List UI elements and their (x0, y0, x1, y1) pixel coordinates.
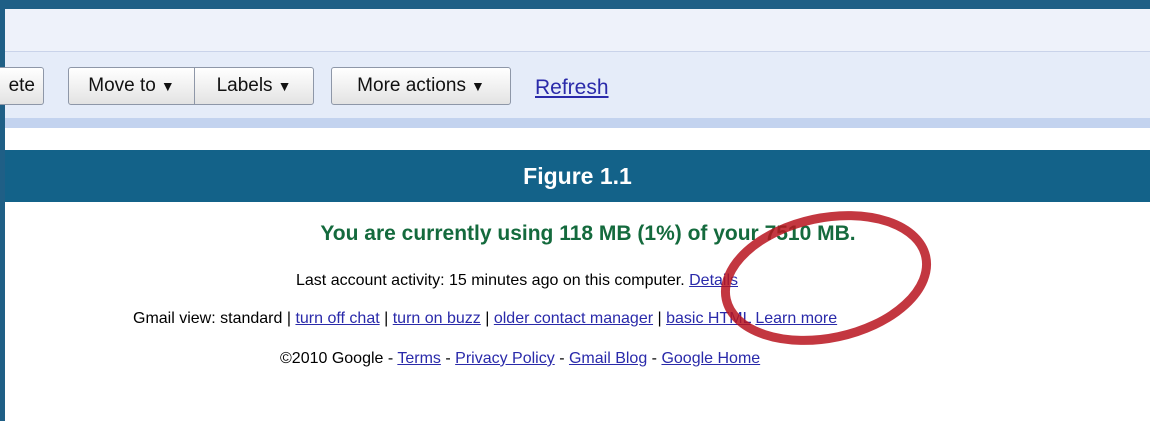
figure-caption: Figure 1.1 (523, 162, 632, 189)
gmail-view-label: Gmail view: standard (133, 310, 283, 327)
more-actions-label: More actions (357, 75, 466, 96)
privacy-policy-link[interactable]: Privacy Policy (455, 350, 555, 367)
basic-html-link[interactable]: basic HTML (666, 310, 751, 327)
refresh-link[interactable]: Refresh (535, 76, 609, 100)
chevron-down-icon: ▼ (277, 78, 292, 94)
separator: | (485, 310, 490, 327)
separator: | (657, 310, 662, 327)
chevron-down-icon: ▼ (160, 78, 175, 94)
turn-on-buzz-link[interactable]: turn on buzz (393, 310, 481, 327)
terms-link[interactable]: Terms (397, 350, 441, 367)
chevron-down-icon: ▼ (470, 78, 485, 94)
gmail-blog-link[interactable]: Gmail Blog (569, 350, 647, 367)
delete-button[interactable]: ete (0, 67, 44, 105)
footer: ©2010 Google - Terms - Privacy Policy - … (280, 350, 760, 368)
separator-dash: - (445, 350, 451, 367)
separator-dash: - (559, 350, 565, 367)
turn-off-chat-link[interactable]: turn off chat (295, 310, 379, 327)
separator: | (286, 310, 291, 327)
move-to-button[interactable]: Move to ▼ (68, 67, 195, 105)
storage-usage-text: You are currently using 118 MB (1%) of y… (320, 222, 856, 245)
learn-more-link[interactable]: Learn more (755, 310, 837, 327)
search-bar-area (5, 9, 1150, 52)
labels-button[interactable]: Labels ▼ (194, 67, 314, 105)
google-home-link[interactable]: Google Home (661, 350, 760, 367)
labels-label: Labels (216, 75, 273, 96)
separator: | (384, 310, 389, 327)
window-frame-top (0, 0, 1150, 9)
details-link[interactable]: Details (689, 272, 738, 289)
separator-dash: - (651, 350, 657, 367)
toolbar-bottom-strip (5, 118, 1150, 128)
figure-caption-banner: Figure 1.1 (5, 150, 1150, 202)
older-contact-manager-link[interactable]: older contact manager (494, 310, 653, 327)
separator-dash: - (387, 350, 394, 367)
more-actions-button[interactable]: More actions ▼ (331, 67, 511, 105)
gmail-view-options: Gmail view: standard | turn off chat | t… (133, 310, 837, 328)
account-activity-text: Last account activity: 15 minutes ago on… (296, 272, 685, 289)
move-to-label: Move to (88, 75, 156, 96)
delete-button-label: ete (8, 75, 35, 96)
account-activity: Last account activity: 15 minutes ago on… (296, 272, 738, 290)
copyright-text: ©2010 Google (280, 350, 384, 367)
